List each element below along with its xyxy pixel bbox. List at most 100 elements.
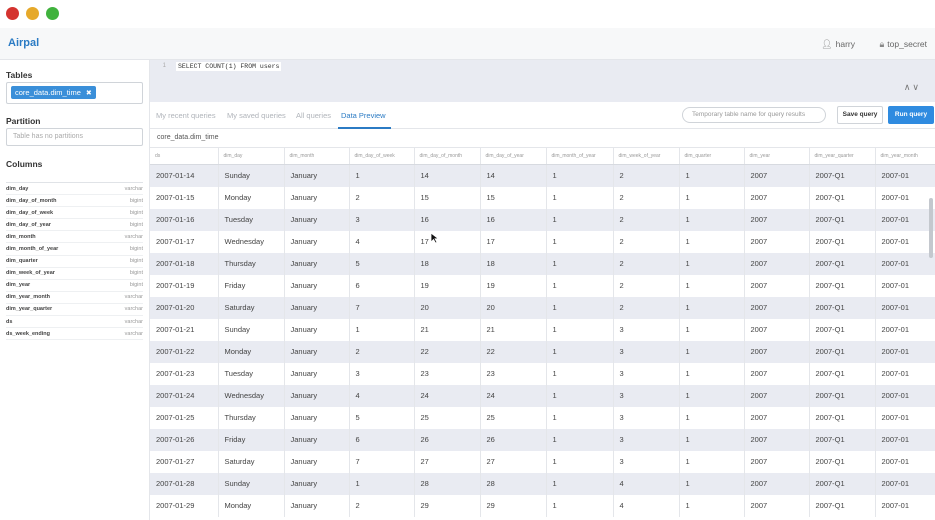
column-type: varchar [124,233,143,240]
remove-table-icon[interactable]: ✖ [86,90,92,97]
table-cell: 1 [679,296,745,319]
column-header[interactable]: ds [150,147,219,165]
table-cell: January [284,164,350,187]
tab-saved-queries[interactable]: My saved queries [227,111,286,120]
column-item[interactable]: dim_day_of_week bigint [6,207,143,220]
minimize-window-button[interactable] [26,7,39,20]
table-cell: 19 [480,274,547,297]
table-cell: 2007-Q1 [809,318,876,341]
save-query-button[interactable]: Save query [837,106,883,124]
column-header[interactable]: dim_year [744,147,810,165]
table-cell: 3 [613,384,680,407]
vertical-scrollbar[interactable] [929,198,933,258]
query-tabs-bar: My recent queries My saved queries All q… [150,102,935,129]
column-item[interactable]: dim_day_of_year bigint [6,219,143,232]
tab-data-preview[interactable]: Data Preview [341,111,386,120]
column-item[interactable]: dim_quarter bigint [6,256,143,268]
table-cell: 2007-01 [875,428,935,451]
column-item[interactable]: dim_year_month varchar [6,292,143,304]
column-header[interactable]: dim_month [284,147,350,165]
table-row: 2007-01-19 Friday January 6 19 19 1 2 1 2007 2007-… [150,274,935,297]
column-type: varchar [124,185,143,192]
column-header[interactable]: dim_year_month [875,147,935,165]
column-item[interactable]: dim_year_quarter varchar [6,304,143,317]
columns-list: dim_day varchar dim_day_of_month bigint dim_… [6,182,143,341]
table-cell: 2007 [744,318,810,341]
tab-recent-queries[interactable]: My recent queries [156,111,216,120]
table-cell: Thursday [218,406,285,429]
query-text[interactable]: SELECT COUNT(1) FROM users [176,62,282,71]
column-item[interactable]: ds_week_ending varchar [6,328,143,341]
column-header[interactable]: dim_quarter [679,147,745,165]
column-name: dim_year_quarter [6,306,53,313]
table-cell: 4 [613,494,680,517]
table-cell: Friday [218,428,285,451]
partition-heading: Partition [6,116,41,126]
partition-select[interactable]: Table has no partitions [6,128,143,146]
brand-logo[interactable]: Airpal [8,37,39,49]
table-cell: 2007-Q1 [809,472,876,495]
selected-table-label: core_data.dim_time [15,88,81,97]
table-cell: 2007-01-15 [150,186,219,209]
tab-all-queries[interactable]: All queries [296,111,331,120]
table-cell: 2007-01 [875,274,935,297]
table-cell: 2007-01 [875,472,935,495]
column-header[interactable]: dim_day_of_week [349,147,415,165]
table-cell: January [284,384,350,407]
table-cell: 21 [480,318,547,341]
table-cell: 4 [349,384,415,407]
temp-table-name-input[interactable]: Temporary table name for query results [682,107,826,123]
table-cell: January [284,318,350,341]
table-cell: 1 [679,230,745,253]
role-menu[interactable]: 🔒︎ top_secret [880,39,928,50]
column-type: bigint [129,282,143,289]
table-row: 2007-01-28 Sunday January 1 28 28 1 4 1 2007 2007-… [150,472,935,495]
user-menu[interactable]: 👤︎ harry [821,39,855,50]
run-query-button[interactable]: Run query [888,106,934,124]
table-cell: 2007 [744,406,810,429]
column-type: bigint [129,209,143,216]
columns-heading: Columns [6,159,43,169]
table-row: 2007-01-23 Tuesday January 3 23 23 1 3 1 2007 2007… [150,362,935,385]
table-cell: 26 [414,428,481,451]
tables-select[interactable]: core_data.dim_time ✖ [6,82,143,104]
table-cell: 1 [546,384,614,407]
column-header[interactable]: dim_year_quarter [809,147,876,165]
table-cell: Thursday [218,252,285,275]
column-type: varchar [124,294,143,301]
table-cell: Tuesday [218,362,285,385]
table-cell: 1 [679,340,745,363]
column-item[interactable]: dim_year bigint [6,280,143,292]
column-name: dim_week_of_year [6,270,55,277]
table-cell: 1 [679,318,745,341]
table-cell: January [284,450,350,473]
column-item[interactable]: dim_day_of_month bigint [6,195,143,208]
table-cell: 2007-01 [875,362,935,385]
table-cell: 3 [349,362,415,385]
close-window-button[interactable] [6,7,19,20]
column-header[interactable]: dim_day_of_year [480,147,547,165]
table-cell: 2007 [744,186,810,209]
column-header[interactable]: dim_week_of_year [613,147,680,165]
selected-table-chip[interactable]: core_data.dim_time ✖ [11,86,96,99]
column-type: bigint [129,246,143,253]
collapse-editor-icon[interactable]: ∧∨ [904,82,921,93]
column-item[interactable]: ds varchar [6,316,143,329]
column-item[interactable]: dim_day varchar [6,183,143,196]
table-cell: 23 [414,362,481,385]
table-cell: 2007-Q1 [809,296,876,319]
zoom-window-button[interactable] [46,7,59,20]
table-cell: 1 [546,450,614,473]
column-item[interactable]: dim_week_of_year bigint [6,268,143,280]
column-item[interactable]: dim_month_of_year bigint [6,243,143,256]
table-row: 2007-01-21 Sunday January 1 21 21 1 3 1 2007 2007-… [150,318,935,341]
column-header[interactable]: dim_month_of_year [546,147,614,165]
table-cell: 1 [546,340,614,363]
column-item[interactable]: dim_month varchar [6,231,143,244]
column-header[interactable]: dim_day_of_month [414,147,481,165]
column-header[interactable]: dim_day [218,147,285,165]
table-cell: 20 [414,296,481,319]
table-cell: 3 [613,450,680,473]
query-editor[interactable]: 1 SELECT COUNT(1) FROM users ∧∨ [150,60,935,102]
table-cell: January [284,340,350,363]
